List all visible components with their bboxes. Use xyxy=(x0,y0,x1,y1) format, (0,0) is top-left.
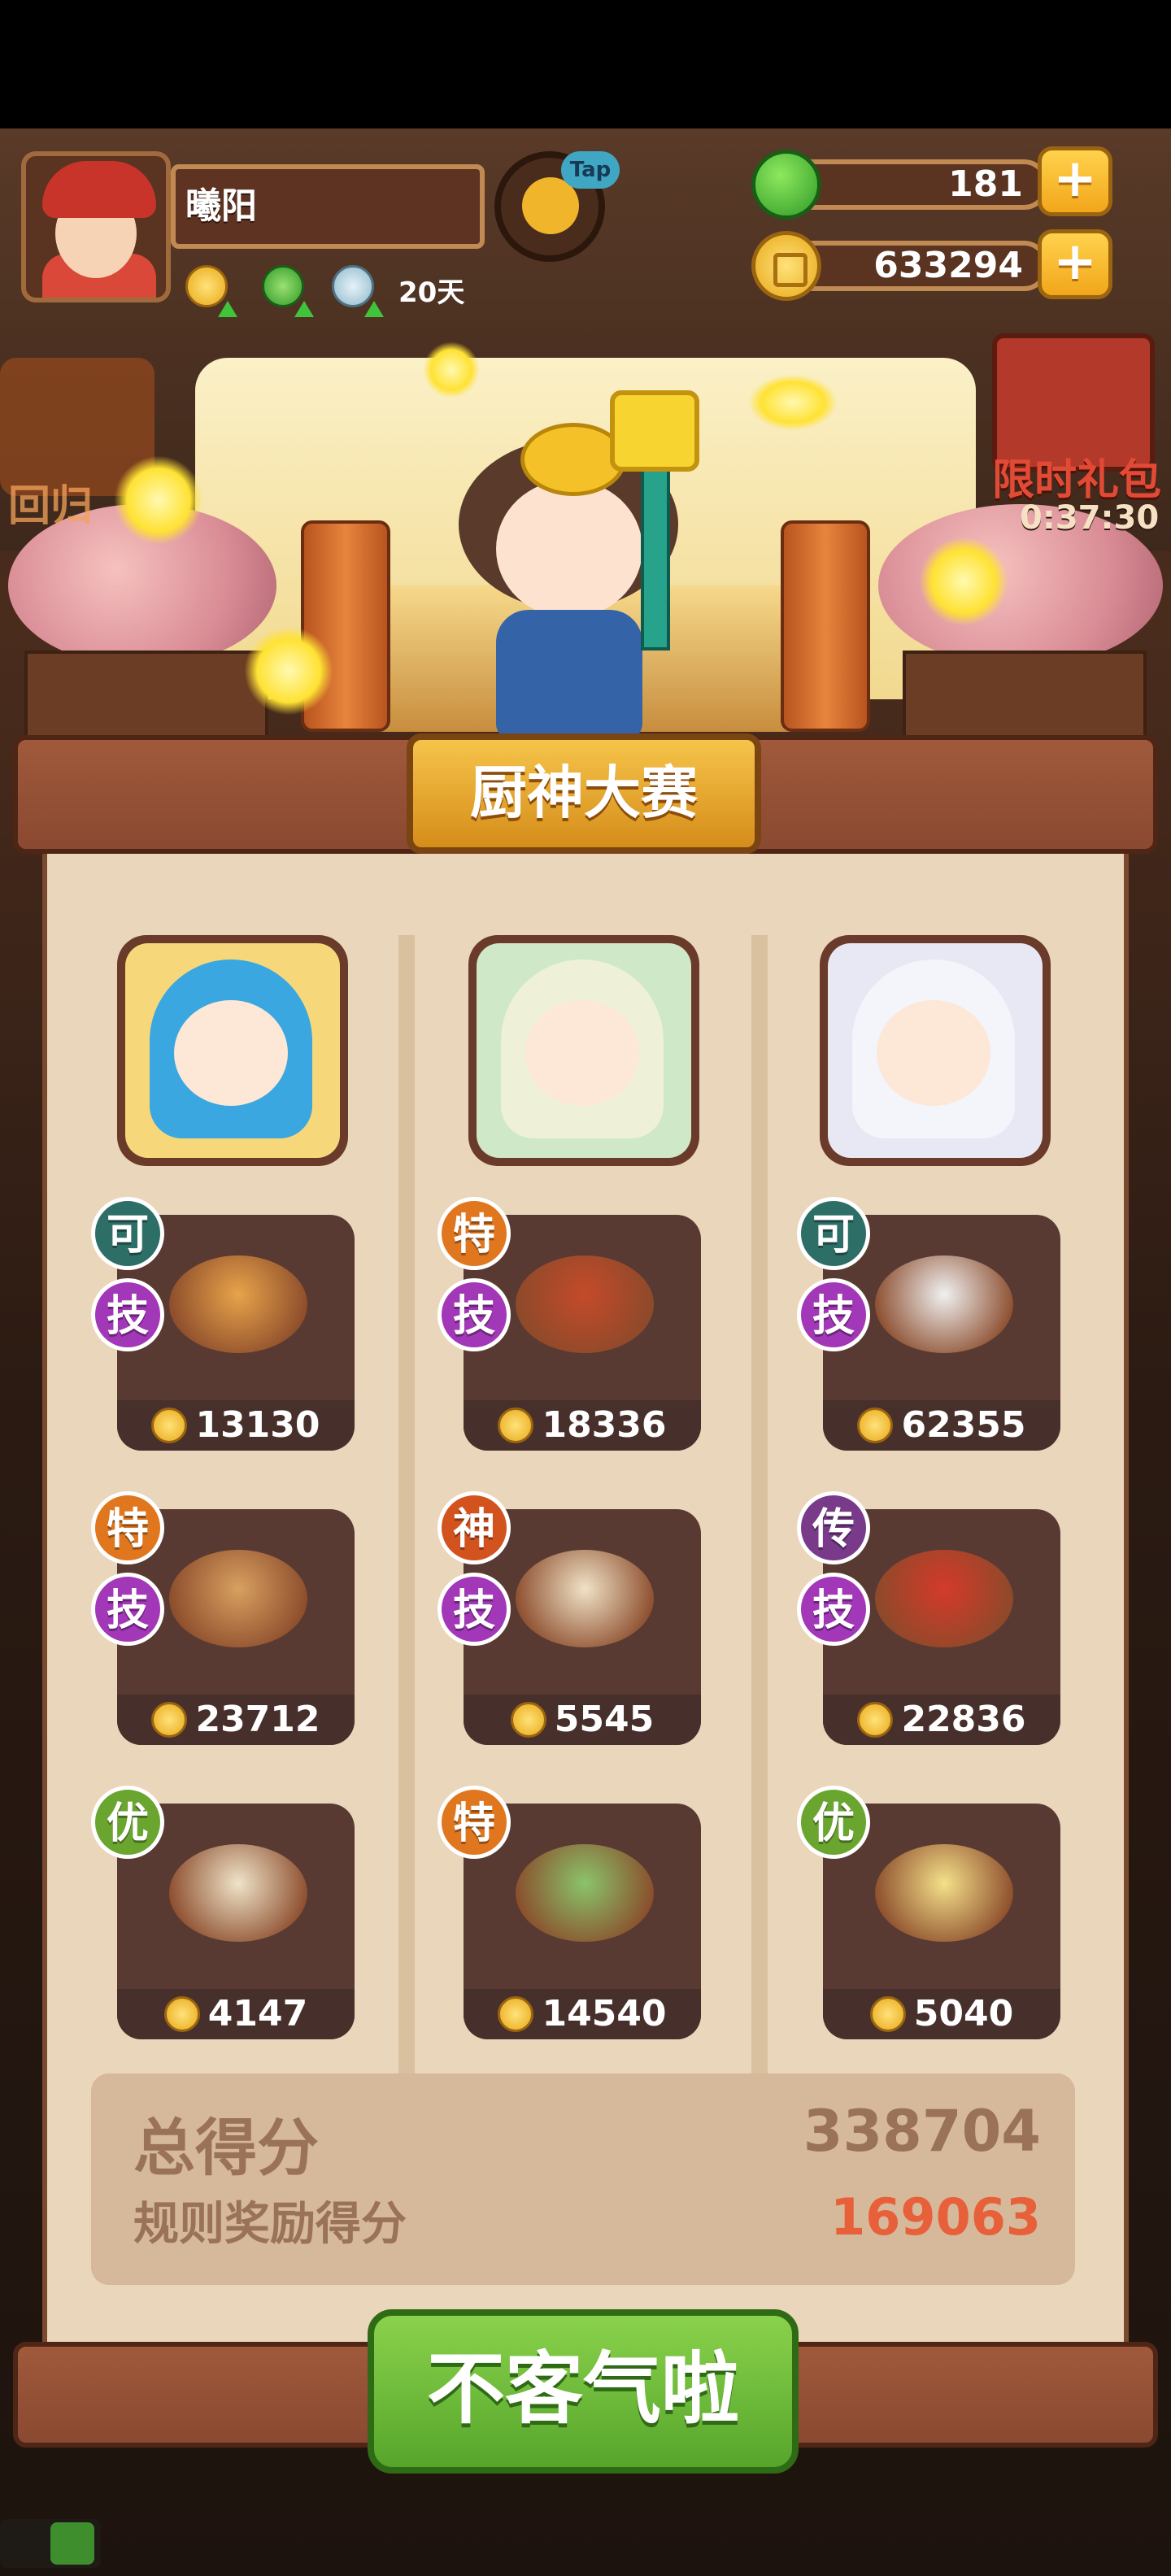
dish-price: 4147 xyxy=(117,1989,355,2039)
contest-title: 厨神大赛 xyxy=(407,733,761,854)
coin-icon xyxy=(151,1408,188,1443)
dish-price: 22836 xyxy=(823,1695,1060,1745)
total-score-value: 338704 xyxy=(803,2098,1041,2165)
dish-food-icon xyxy=(169,1255,307,1353)
skill-badge: 技 xyxy=(91,1573,164,1646)
player-avatar[interactable] xyxy=(21,151,171,302)
dish-price-value: 23712 xyxy=(195,1699,320,1740)
dish-grade-badge: 可 xyxy=(91,1197,164,1270)
buff-duration: 20天 xyxy=(398,276,465,309)
add-coins-button[interactable]: + xyxy=(1038,229,1112,299)
coin-icon xyxy=(869,1996,906,2032)
dish-price-value: 5040 xyxy=(913,1993,1014,2034)
skill-badge: 技 xyxy=(91,1278,164,1351)
coin-icon xyxy=(510,1702,546,1738)
champion-chef-character xyxy=(439,390,732,740)
dish-price-value: 5545 xyxy=(554,1699,655,1740)
bonus-score-value: 169063 xyxy=(830,2187,1041,2247)
sparkle-streak-icon xyxy=(748,374,838,431)
skill-badge: 技 xyxy=(797,1573,870,1646)
skill-badge: 技 xyxy=(437,1278,511,1351)
dish-food-icon xyxy=(875,1255,1013,1353)
chef-portrait-1[interactable] xyxy=(117,935,348,1166)
skill-badge: 技 xyxy=(797,1278,870,1351)
dish-food-icon xyxy=(875,1844,1013,1942)
skill-badge: 技 xyxy=(437,1573,511,1646)
sparkle-star-icon xyxy=(244,626,333,716)
speed-boost-icon[interactable] xyxy=(262,265,314,317)
add-gems-button[interactable]: + xyxy=(1038,146,1112,216)
player-name[interactable]: 曦阳 xyxy=(171,164,485,249)
column-divider xyxy=(398,935,415,2073)
limited-gift-timer: 0:37:30 xyxy=(1020,499,1160,537)
dish-grade-badge: 特 xyxy=(437,1197,511,1270)
dish-price-value: 4147 xyxy=(207,1993,308,2034)
dish-grade-badge: 特 xyxy=(91,1491,164,1564)
avatar-hat xyxy=(42,161,156,218)
dish-price-value: 14540 xyxy=(542,1993,667,2034)
coin-icon xyxy=(857,1408,894,1443)
dish-food-icon xyxy=(516,1550,654,1647)
dish-food-icon xyxy=(169,1550,307,1647)
coin-icon xyxy=(498,1996,534,2032)
dish-price: 14540 xyxy=(464,1989,701,2039)
chef-robe xyxy=(496,610,642,740)
coin-icon xyxy=(498,1408,534,1443)
coin-icon xyxy=(163,1996,200,2032)
dish-grade-badge: 可 xyxy=(797,1197,870,1270)
column-divider xyxy=(751,935,768,2073)
bottom-toggle[interactable] xyxy=(0,2519,101,2568)
dish-grade-badge: 特 xyxy=(437,1786,511,1859)
dish-price: 13130 xyxy=(117,1400,355,1451)
toggle-knob xyxy=(50,2522,94,2565)
total-score-label: 总得分 xyxy=(133,2112,319,2184)
ladle-handle xyxy=(641,463,670,651)
dish-boost-icon[interactable] xyxy=(332,265,384,317)
dish-food-icon xyxy=(169,1844,307,1942)
chef-portrait-2[interactable] xyxy=(468,935,699,1166)
dish-food-icon xyxy=(516,1844,654,1942)
dish-food-icon xyxy=(875,1550,1013,1647)
coin-icon xyxy=(857,1702,894,1738)
coin-icon xyxy=(751,231,821,301)
bonus-score-label: 规则奖励得分 xyxy=(133,2198,407,2251)
dish-price-value: 18336 xyxy=(542,1404,667,1446)
tap-badge: Tap xyxy=(561,151,620,189)
dish-price-value: 13130 xyxy=(195,1404,320,1446)
confirm-button[interactable]: 不客气啦 xyxy=(368,2309,799,2474)
dish-price: 5545 xyxy=(464,1695,701,1745)
game-screen: 回归 限时礼包 0:37:30 曦阳 20天 Tap 181 + 633294 … xyxy=(0,0,1171,2576)
fence-right xyxy=(903,651,1147,740)
dish-price: 18336 xyxy=(464,1400,701,1451)
dish-grade-badge: 优 xyxy=(91,1786,164,1859)
dish-price: 62355 xyxy=(823,1400,1060,1451)
chef-face xyxy=(496,480,642,618)
golden-ladle-icon xyxy=(610,390,699,472)
coin-boost-icon[interactable] xyxy=(185,265,237,317)
dish-price: 23712 xyxy=(117,1695,355,1745)
dish-grade-badge: 传 xyxy=(797,1491,870,1564)
limited-gift-label[interactable]: 限时礼包 xyxy=(992,446,1161,507)
fence-left xyxy=(24,651,268,740)
pillar-right xyxy=(781,520,870,732)
coin-icon xyxy=(151,1702,188,1738)
return-event-label: 回归 xyxy=(8,482,94,531)
dish-food-icon xyxy=(516,1255,654,1353)
dish-grade-badge: 神 xyxy=(437,1491,511,1564)
sparkle-star-icon xyxy=(919,537,1008,626)
sparkle-star-icon xyxy=(114,455,203,545)
gem-icon xyxy=(751,150,821,220)
dish-price: 5040 xyxy=(823,1989,1060,2039)
dish-price-value: 62355 xyxy=(901,1404,1026,1446)
chef-portrait-3[interactable] xyxy=(820,935,1051,1166)
dish-price-value: 22836 xyxy=(901,1699,1026,1740)
dish-grade-badge: 优 xyxy=(797,1786,870,1859)
